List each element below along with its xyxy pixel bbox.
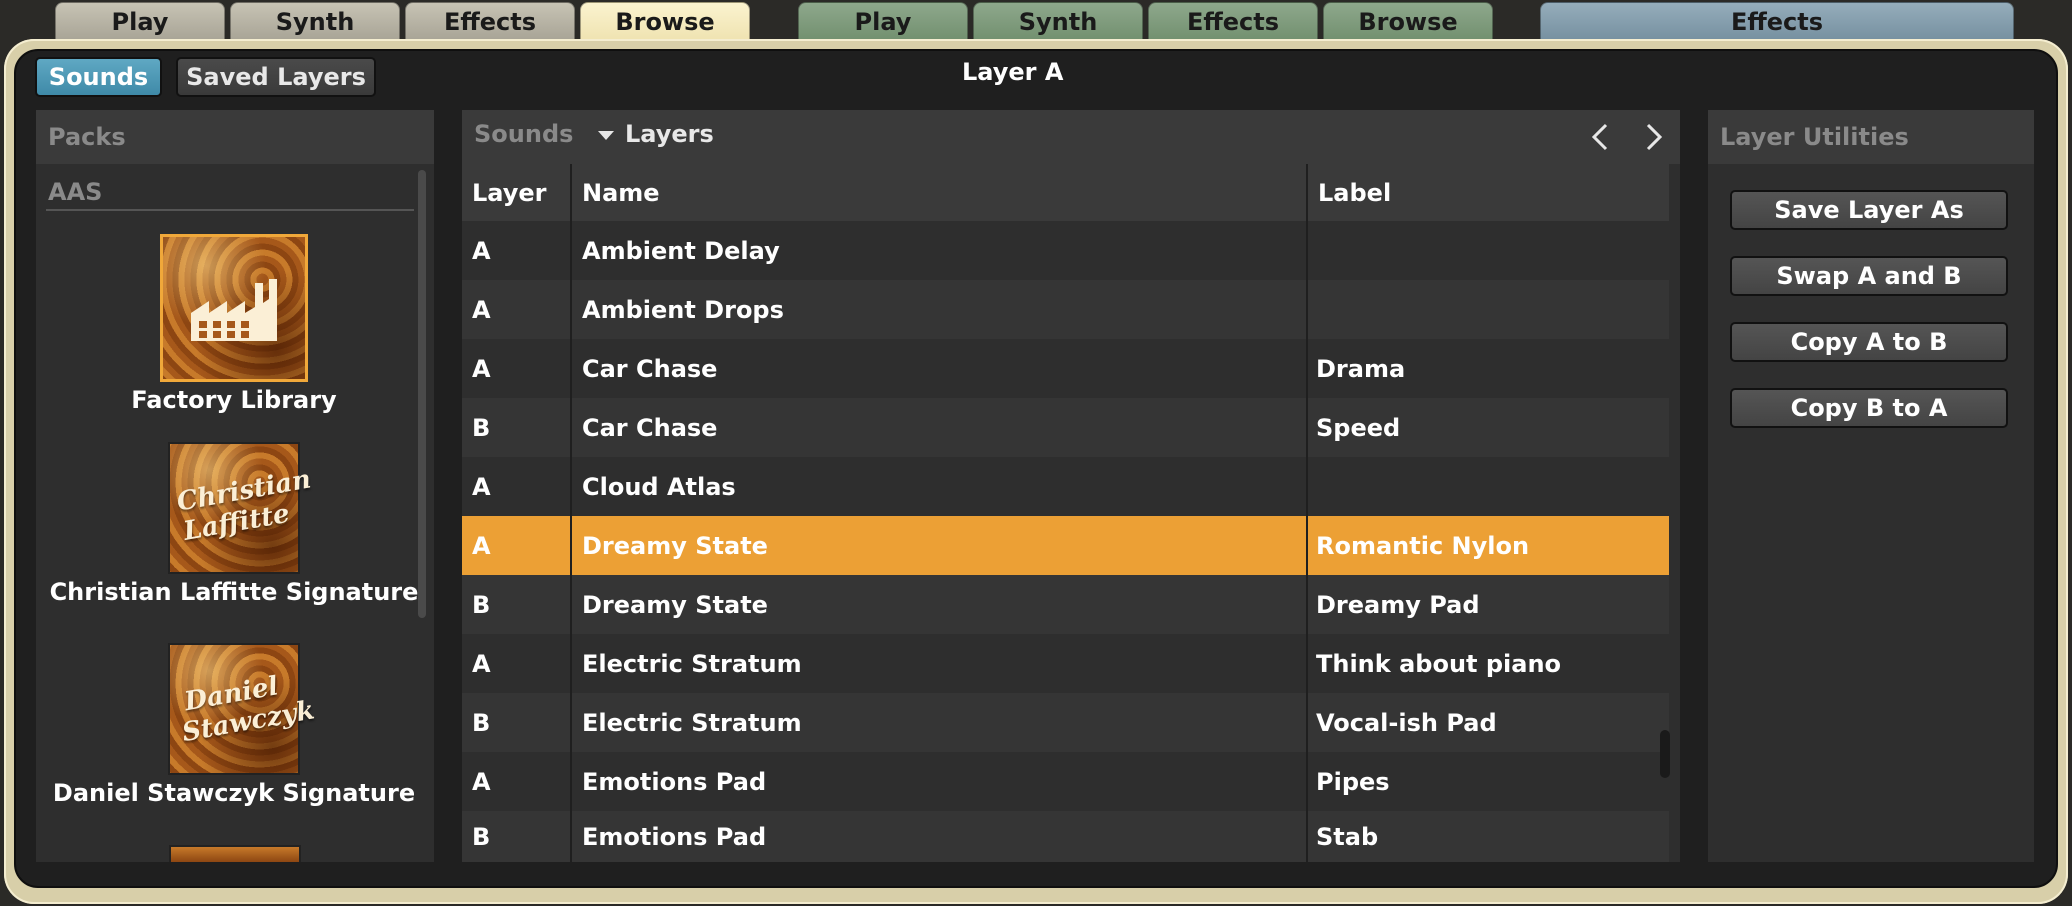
pack-thumbnail: Christian Laffitte bbox=[168, 442, 314, 574]
pack-group-divider bbox=[46, 209, 414, 211]
table-row[interactable]: B Emotions Pad Stab bbox=[462, 811, 1669, 862]
table-row[interactable]: B Electric Stratum Vocal-ish Pad bbox=[462, 693, 1669, 752]
table-row[interactable]: A Car Chase Drama bbox=[462, 339, 1669, 398]
tab-global-effects[interactable]: Effects bbox=[1540, 2, 2014, 40]
pack-name: Christian Laffitte Signature bbox=[49, 578, 419, 606]
cell-layer: A bbox=[472, 236, 491, 265]
tab-layer-a-effects[interactable]: Effects bbox=[405, 2, 575, 40]
pack-thumbnail-partial bbox=[169, 845, 301, 862]
tab-layer-a-synth[interactable]: Synth bbox=[230, 2, 400, 40]
cell-name: Car Chase bbox=[582, 413, 718, 442]
layer-utilities-header: Layer Utilities bbox=[1708, 110, 2034, 164]
tab-layer-b-play[interactable]: Play bbox=[798, 2, 968, 40]
cell-layer: B bbox=[472, 590, 491, 619]
pack-thumbnail-text: Christian Laffitte bbox=[174, 464, 314, 547]
breadcrumb-root[interactable]: Sounds bbox=[474, 120, 573, 148]
copy-a-to-b-button[interactable]: Copy A to B bbox=[1730, 322, 2008, 362]
chevron-right-icon[interactable] bbox=[1636, 117, 1672, 157]
caret-down-icon[interactable] bbox=[598, 131, 614, 140]
packs-header-label: Packs bbox=[48, 123, 126, 151]
cell-name: Electric Stratum bbox=[582, 708, 802, 737]
cell-name: Ambient Drops bbox=[582, 295, 784, 324]
cell-layer: A bbox=[472, 531, 491, 560]
chevron-left-icon[interactable] bbox=[1582, 117, 1618, 157]
cell-layer: A bbox=[472, 295, 491, 324]
pack-name: Daniel Stawczyk Signature bbox=[52, 779, 416, 807]
cell-name: Ambient Delay bbox=[582, 236, 780, 265]
cell-label: Think about piano bbox=[1316, 649, 1562, 678]
cell-layer: B bbox=[472, 413, 491, 442]
pack-item-daniel-stawczyk[interactable]: Daniel Stawczyk Daniel Stawczyk Signatur… bbox=[34, 643, 434, 807]
cell-name: Emotions Pad bbox=[582, 767, 767, 796]
table-row[interactable]: A Ambient Delay bbox=[462, 221, 1669, 280]
pack-group-label: AAS bbox=[48, 178, 103, 206]
column-header-name[interactable]: Name bbox=[572, 164, 1306, 221]
cell-layer: A bbox=[472, 472, 491, 501]
table-row[interactable]: A Emotions Pad Pipes bbox=[462, 752, 1669, 811]
packs-header: Packs bbox=[36, 110, 434, 164]
cell-name: Emotions Pad bbox=[582, 822, 767, 851]
table-row[interactable]: A Ambient Drops bbox=[462, 280, 1669, 339]
cell-name: Car Chase bbox=[582, 354, 718, 383]
cell-layer: A bbox=[472, 354, 491, 383]
saved-layers-toggle-button[interactable]: Saved Layers bbox=[176, 57, 376, 97]
layer-utilities-header-label: Layer Utilities bbox=[1720, 123, 1909, 151]
layer-title: Layer A bbox=[962, 58, 1064, 86]
copy-b-to-a-button[interactable]: Copy B to A bbox=[1730, 388, 2008, 428]
save-layer-as-button[interactable]: Save Layer As bbox=[1730, 190, 2008, 230]
tab-layer-b-effects[interactable]: Effects bbox=[1148, 2, 1318, 40]
cell-label: Dreamy Pad bbox=[1316, 590, 1480, 619]
cell-layer: B bbox=[472, 822, 491, 851]
cell-layer: A bbox=[472, 649, 491, 678]
column-header-layer[interactable]: Layer bbox=[462, 164, 570, 221]
cell-name: Electric Stratum bbox=[582, 649, 802, 678]
table-row[interactable]: B Dreamy State Dreamy Pad bbox=[462, 575, 1669, 634]
pack-item-christian-laffitte[interactable]: Christian Laffitte Christian Laffitte Si… bbox=[34, 442, 434, 606]
swap-a-and-b-button[interactable]: Swap A and B bbox=[1730, 256, 2008, 296]
tab-layer-b-synth[interactable]: Synth bbox=[973, 2, 1143, 40]
table-row[interactable]: B Car Chase Speed bbox=[462, 398, 1669, 457]
cell-label: Vocal-ish Pad bbox=[1316, 708, 1497, 737]
cell-name: Cloud Atlas bbox=[582, 472, 736, 501]
breadcrumb-current[interactable]: Layers bbox=[625, 120, 714, 148]
cell-label: Romantic Nylon bbox=[1316, 531, 1530, 560]
cell-label: Pipes bbox=[1316, 767, 1390, 796]
pack-thumbnail: Daniel Stawczyk bbox=[168, 643, 317, 775]
cell-label: Stab bbox=[1316, 822, 1379, 851]
table-row-selected[interactable]: A Dreamy State Romantic Nylon bbox=[462, 516, 1669, 575]
cell-layer: A bbox=[472, 767, 491, 796]
pack-thumbnail-text: Daniel Stawczyk bbox=[179, 671, 317, 749]
column-divider bbox=[1306, 164, 1308, 862]
table-scrollbar-thumb[interactable] bbox=[1660, 730, 1670, 778]
tab-layer-a-play[interactable]: Play bbox=[55, 2, 225, 40]
cell-layer: B bbox=[472, 708, 491, 737]
column-header-label[interactable]: Label bbox=[1308, 164, 1658, 221]
pack-name: Factory Library bbox=[131, 386, 337, 414]
tab-layer-b-browse[interactable]: Browse bbox=[1323, 2, 1493, 40]
cell-name: Dreamy State bbox=[582, 531, 768, 560]
tab-layer-a-browse[interactable]: Browse bbox=[580, 2, 750, 40]
cell-label: Speed bbox=[1316, 413, 1401, 442]
cell-name: Dreamy State bbox=[582, 590, 768, 619]
pack-item-factory-library[interactable]: Factory Library bbox=[34, 234, 434, 414]
cell-label: Drama bbox=[1316, 354, 1406, 383]
factory-icon bbox=[160, 234, 308, 382]
sounds-toggle-button[interactable]: Sounds bbox=[35, 57, 162, 97]
column-divider bbox=[570, 164, 572, 862]
table-row[interactable]: A Cloud Atlas bbox=[462, 457, 1669, 516]
table-row[interactable]: A Electric Stratum Think about piano bbox=[462, 634, 1669, 693]
table-header: Layer Name Label bbox=[462, 164, 1669, 221]
